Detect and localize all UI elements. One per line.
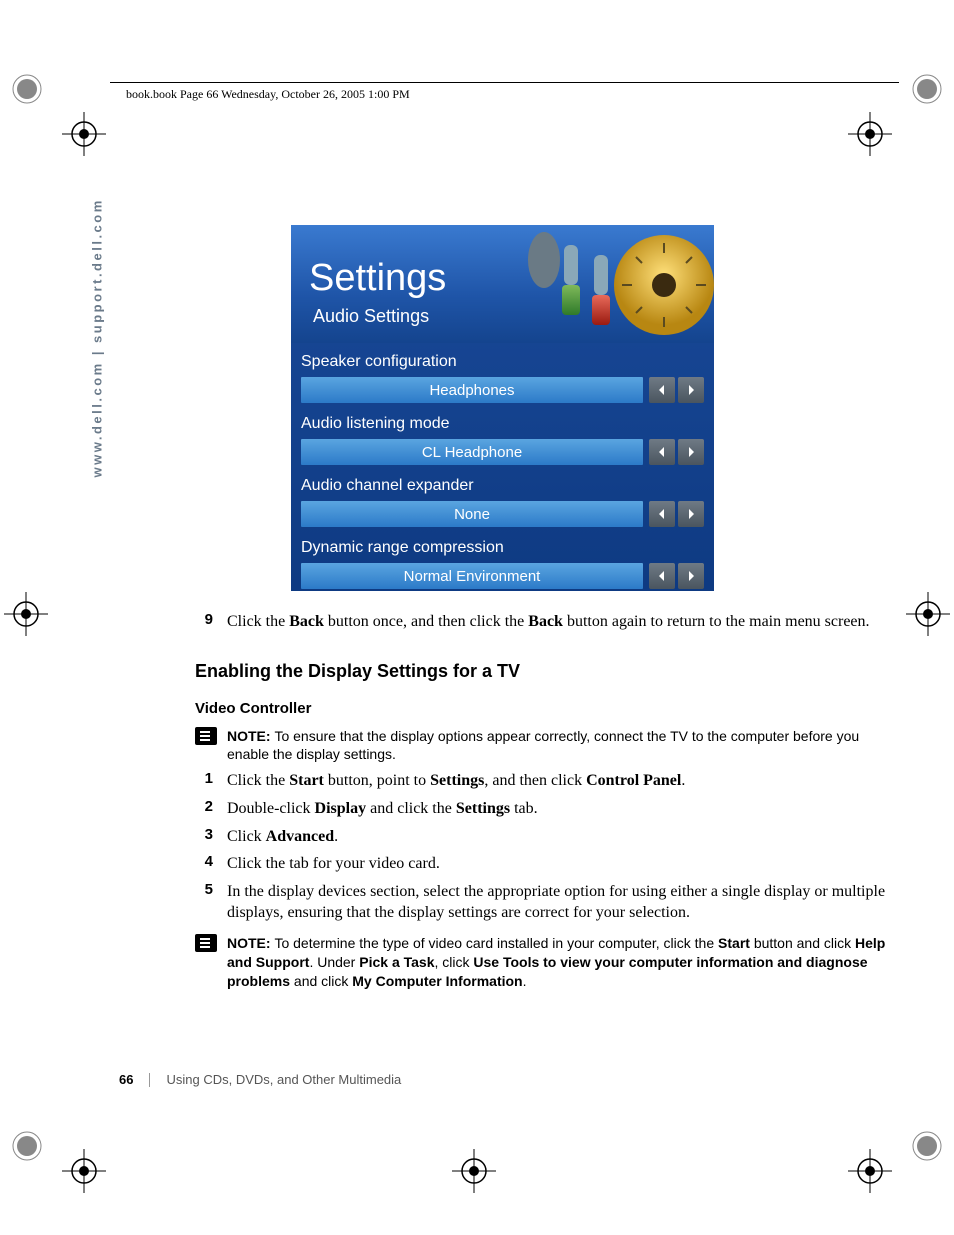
arrow-left-icon[interactable]: [649, 501, 675, 527]
step-9: 9 Click the Back button once, and then c…: [195, 611, 895, 633]
note-text: NOTE: To ensure that the display options…: [227, 727, 895, 765]
registration-mark-icon: [450, 1147, 498, 1195]
registration-mark-icon: [60, 1147, 108, 1195]
note-block: NOTE: To ensure that the display options…: [195, 727, 895, 765]
setting-label: Speaker configuration: [301, 347, 704, 377]
step-row: 2 Double-click Display and click the Sett…: [195, 798, 895, 820]
step-row: 1 Click the Start button, point to Settin…: [195, 770, 895, 792]
step-text: In the display devices section, select t…: [227, 881, 895, 924]
crop-mark-icon: [10, 72, 44, 106]
step-number: 4: [195, 853, 213, 875]
setting-value[interactable]: None: [301, 501, 643, 527]
arrow-left-icon[interactable]: [649, 377, 675, 403]
registration-mark-icon: [2, 590, 50, 638]
step-row: 3 Click Advanced.: [195, 826, 895, 848]
crop-mark-icon: [910, 1129, 944, 1163]
footer-divider: [149, 1073, 150, 1087]
registration-mark-icon: [904, 590, 952, 638]
crop-mark-icon: [910, 72, 944, 106]
header-rule: [110, 82, 899, 83]
arrow-right-icon[interactable]: [678, 439, 704, 465]
step-number: 1: [195, 770, 213, 792]
margin-url: www.dell.com | support.dell.com: [90, 198, 105, 477]
step-row: 4 Click the tab for your video card.: [195, 853, 895, 875]
step-text: Click the Back button once, and then cli…: [227, 611, 870, 633]
arrow-right-icon[interactable]: [678, 501, 704, 527]
setting-value[interactable]: Headphones: [301, 377, 643, 403]
registration-mark-icon: [846, 1147, 894, 1195]
chapter-name: Using CDs, DVDs, and Other Multimedia: [166, 1072, 401, 1087]
page-footer: 66 Using CDs, DVDs, and Other Multimedia: [119, 1072, 401, 1087]
setting-group: Dynamic range compression Normal Environ…: [291, 529, 714, 591]
note-icon: [195, 934, 217, 952]
step-number: 2: [195, 798, 213, 820]
setting-value[interactable]: Normal Environment: [301, 563, 643, 589]
step-text: Click the Start button, point to Setting…: [227, 770, 685, 792]
arrow-right-icon[interactable]: [678, 563, 704, 589]
setting-group: Speaker configuration Headphones: [291, 343, 714, 405]
settings-panel: Settings Audio Settings Speaker configur…: [291, 225, 714, 591]
step-text: Double-click Display and click the Setti…: [227, 798, 538, 820]
step-number: 5: [195, 881, 213, 924]
setting-label: Audio channel expander: [301, 471, 704, 501]
setting-label: Audio listening mode: [301, 409, 704, 439]
crop-mark-icon: [10, 1129, 44, 1163]
note-text: NOTE: To determine the type of video car…: [227, 934, 895, 991]
registration-mark-icon: [60, 110, 108, 158]
step-number: 3: [195, 826, 213, 848]
sub-heading: Video Controller: [195, 700, 895, 717]
setting-label: Dynamic range compression: [301, 533, 704, 563]
arrow-right-icon[interactable]: [678, 377, 704, 403]
setting-group: Audio listening mode CL Headphone: [291, 405, 714, 467]
arrow-left-icon[interactable]: [649, 563, 675, 589]
setting-value[interactable]: CL Headphone: [301, 439, 643, 465]
note-icon: [195, 727, 217, 745]
setting-group: Audio channel expander None: [291, 467, 714, 529]
step-row: 5 In the display devices section, select …: [195, 881, 895, 924]
section-heading: Enabling the Display Settings for a TV: [195, 661, 895, 682]
settings-panel-header: Settings Audio Settings: [291, 225, 714, 343]
running-head: book.book Page 66 Wednesday, October 26,…: [126, 87, 410, 102]
step-text: Click Advanced.: [227, 826, 338, 848]
note-block: NOTE: To determine the type of video car…: [195, 934, 895, 991]
arrow-left-icon[interactable]: [649, 439, 675, 465]
step-text: Click the tab for your video card.: [227, 853, 440, 875]
registration-mark-icon: [846, 110, 894, 158]
page-number: 66: [119, 1072, 133, 1087]
step-number: 9: [195, 611, 213, 633]
settings-decor-icon: [524, 225, 714, 343]
